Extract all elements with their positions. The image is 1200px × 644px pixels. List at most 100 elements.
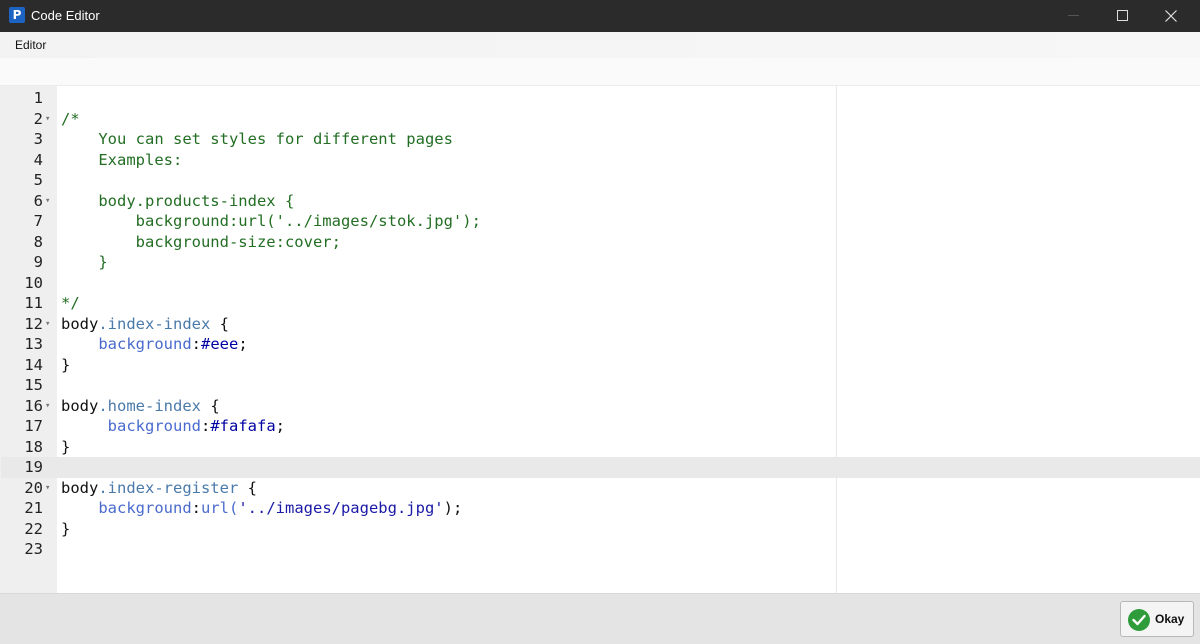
code-line[interactable]: 15 — [1, 375, 1200, 396]
close-icon — [1165, 10, 1177, 22]
line-number: 19 — [24, 458, 43, 476]
code-token: background — [107, 417, 201, 435]
code-line[interactable]: 20 ▾ body.index-register { — [1, 478, 1200, 499]
line-number: 21 — [24, 499, 43, 517]
code-token: } — [61, 519, 71, 538]
line-number: 3 — [33, 130, 43, 148]
code-token: ; — [238, 335, 248, 353]
line-number: 14 — [24, 355, 43, 374]
code-line[interactable]: 23 — [1, 539, 1200, 560]
code-line[interactable]: 5 — [1, 170, 1200, 191]
code-token: You can set styles for different pages — [61, 130, 453, 148]
code-line[interactable]: 4 Examples: — [1, 150, 1200, 171]
code-line[interactable]: 16 ▾ body.home-index { — [1, 396, 1200, 417]
line-number: 1 — [33, 89, 43, 107]
maximize-button[interactable] — [1099, 0, 1145, 32]
code-line[interactable]: 12 ▾ body.index-index { — [1, 314, 1200, 335]
code-line[interactable]: 2 ▾ /* — [1, 109, 1200, 130]
line-number: 12 — [24, 314, 43, 333]
okay-button-label: Okay — [1155, 612, 1185, 626]
menu-bar: Editor — [0, 32, 1200, 58]
line-number: 23 — [24, 540, 43, 558]
line-code: */ — [61, 293, 80, 314]
line-number: 15 — [24, 376, 43, 394]
code-token: } — [61, 355, 71, 374]
code-line[interactable]: 22} — [1, 519, 1200, 540]
code-token: body.products-index { — [61, 191, 295, 210]
checkmark-icon — [1128, 609, 1150, 631]
title-bar: P Code Editor — [0, 0, 1200, 32]
code-line[interactable]: 17 background:#fafafa; — [1, 416, 1200, 437]
code-token: background-size:cover; — [61, 232, 341, 251]
code-line[interactable]: 18} — [1, 437, 1200, 458]
code-line[interactable]: 21 background:url('../images/pagebg.jpg'… — [1, 498, 1200, 519]
code-line[interactable]: 9 } — [1, 252, 1200, 273]
minimize-icon — [1068, 15, 1079, 16]
line-number: 17 — [24, 417, 43, 435]
line-code: background-size:cover; — [61, 232, 341, 253]
code-line[interactable]: 6 ▾ body.products-index { — [1, 191, 1200, 212]
line-number: 18 — [24, 437, 43, 456]
code-token: #fafafa — [210, 417, 276, 435]
window-title: Code Editor — [31, 8, 100, 23]
code-token: '../images/pagebg.jpg' — [238, 499, 444, 517]
code-line[interactable]: 1 — [1, 88, 1200, 109]
code-token: ; — [275, 417, 286, 435]
code-token: } — [61, 253, 108, 271]
code-line[interactable]: 11 */ — [1, 293, 1200, 314]
fold-toggle-icon[interactable]: ▾ — [45, 396, 50, 417]
dialog-footer: Okay — [0, 593, 1200, 644]
code-token: background:url('../images/stok.jpg'); — [61, 212, 481, 230]
line-code: Examples: — [61, 150, 182, 171]
line-number: 20 — [24, 478, 43, 497]
line-number: 8 — [33, 232, 43, 251]
minimize-button[interactable] — [1050, 0, 1096, 32]
line-code: } — [61, 355, 70, 376]
code-line[interactable]: 19 — [1, 457, 1200, 478]
line-code: body.index-index { — [61, 314, 229, 335]
code-editor[interactable]: 1 2 ▾/* 3 You can set styles for different … — [1, 86, 1200, 593]
code-token: body — [61, 314, 99, 333]
code-line[interactable]: 8 background-size:cover; — [1, 232, 1200, 253]
code-token: ); — [443, 499, 463, 517]
toolbar — [0, 58, 1200, 86]
code-line[interactable]: 3 You can set styles for different pages — [1, 129, 1200, 150]
code-token: body — [61, 478, 99, 497]
code-token: Examples: — [61, 150, 183, 169]
line-code: body.home-index { — [61, 396, 220, 417]
line-number: 11 — [24, 294, 43, 312]
line-number: 10 — [24, 273, 43, 292]
code-token: .home-index — [98, 396, 201, 415]
line-number: 16 — [24, 396, 43, 415]
line-code: background:url('../images/stok.jpg'); — [61, 211, 481, 232]
code-line[interactable]: 10 — [1, 273, 1200, 294]
line-number: 6 — [33, 191, 43, 210]
close-button[interactable] — [1148, 0, 1194, 32]
line-number: 22 — [24, 519, 43, 538]
fold-toggle-icon[interactable]: ▾ — [45, 314, 50, 335]
line-code: background:#fafafa; — [61, 416, 285, 437]
menu-item-editor[interactable]: Editor — [15, 38, 46, 52]
code-token: .index-register — [98, 478, 239, 497]
line-code: body.index-register { — [61, 478, 257, 499]
code-line[interactable]: 13 background:#eee; — [1, 334, 1200, 355]
line-code: background:url('../images/pagebg.jpg'); — [61, 498, 462, 519]
code-line[interactable]: 7 background:url('../images/stok.jpg'); — [1, 211, 1200, 232]
okay-button[interactable]: Okay — [1120, 601, 1194, 637]
fold-toggle-icon[interactable]: ▾ — [45, 109, 50, 130]
code-line[interactable]: 14} — [1, 355, 1200, 376]
line-code: /* — [61, 109, 80, 130]
code-token: body — [61, 396, 99, 415]
line-number: 5 — [33, 171, 43, 189]
code-token: { — [200, 396, 220, 415]
line-code: } — [61, 437, 70, 458]
line-code: background:#eee; — [61, 334, 248, 355]
line-code: You can set styles for different pages — [61, 129, 453, 150]
code-token: : — [201, 417, 211, 435]
fold-toggle-icon[interactable]: ▾ — [45, 191, 50, 212]
line-number: 7 — [33, 212, 43, 230]
line-number: 13 — [24, 335, 43, 353]
fold-toggle-icon[interactable]: ▾ — [45, 478, 50, 499]
